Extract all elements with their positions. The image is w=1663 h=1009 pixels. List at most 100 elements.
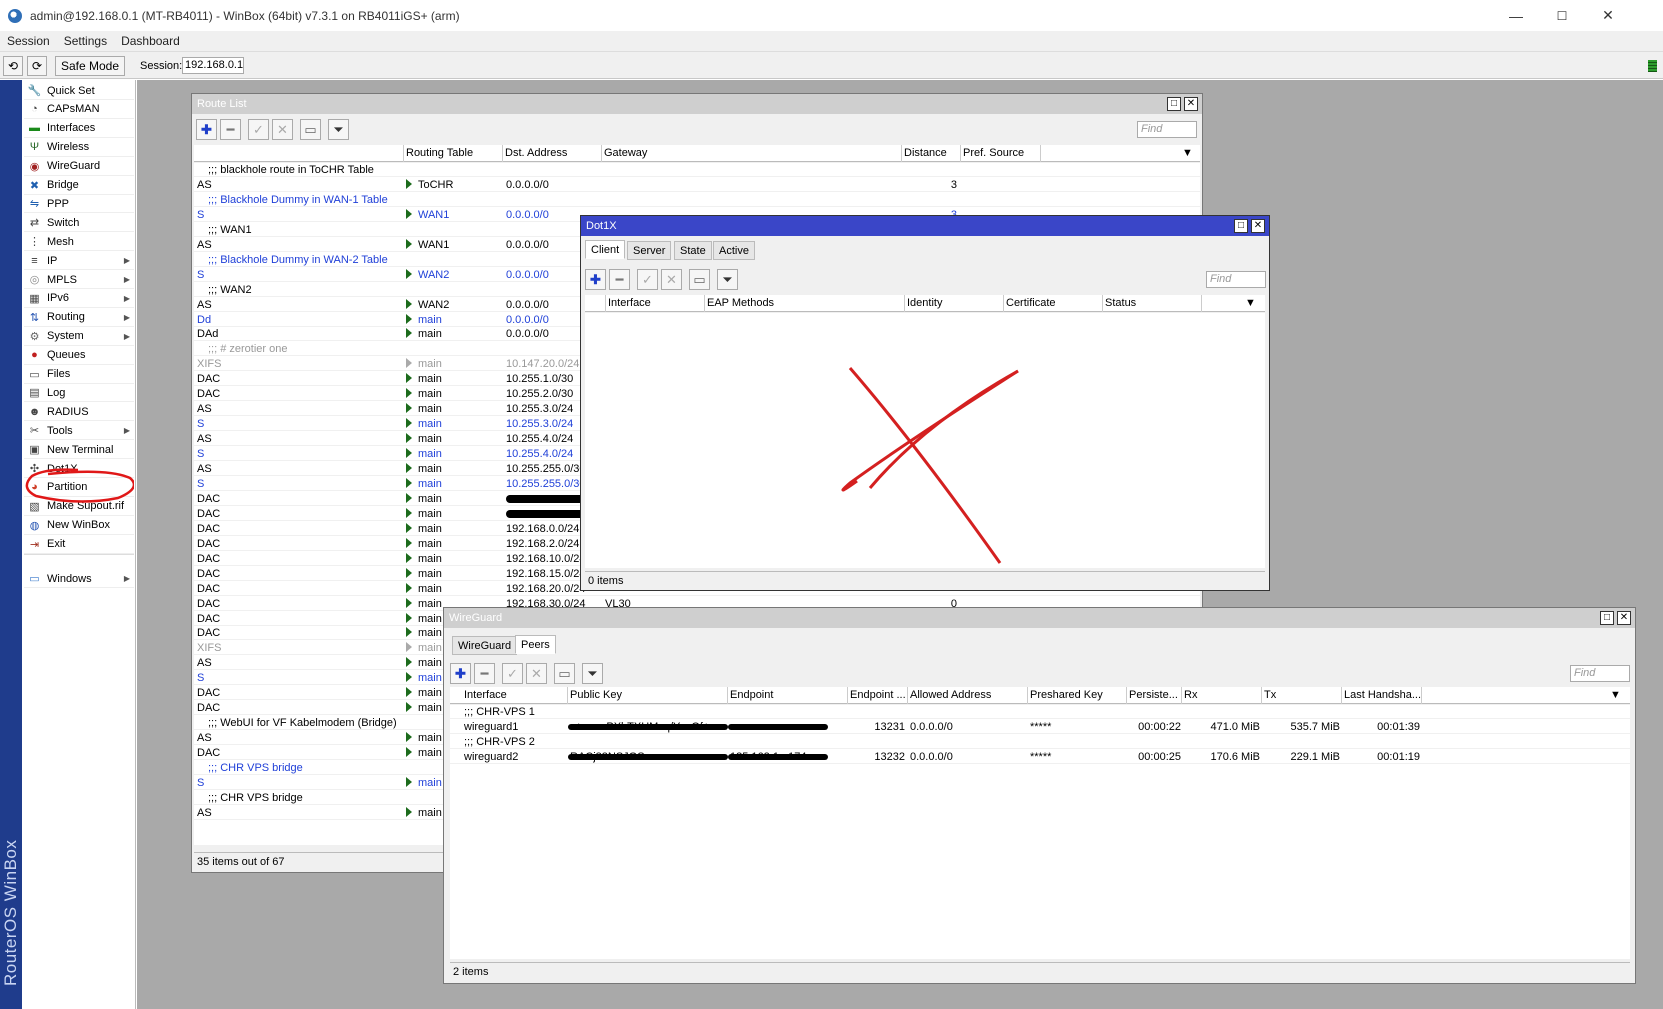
sidebar-item-tools[interactable]: ✂ Tools ▶ — [24, 422, 134, 441]
wg-enable-icon[interactable]: ✓ — [502, 663, 523, 684]
col-gateway[interactable]: Gateway — [602, 145, 902, 162]
tab-server[interactable]: Server — [627, 241, 672, 260]
sidebar-item-exit[interactable]: ⇥ Exit — [24, 536, 134, 554]
route-list-close-icon[interactable]: ✕ — [1184, 97, 1198, 111]
sidebar-item-system[interactable]: ⚙ System ▶ — [24, 328, 134, 346]
filter-icon[interactable]: ⏷ — [328, 119, 349, 140]
dot1x-columns-dropdown-icon[interactable]: ▼ — [1243, 295, 1261, 312]
dot1x-comment-icon[interactable]: ▭ — [689, 269, 710, 290]
enable-icon[interactable]: ✓ — [248, 119, 269, 140]
wg-find-input[interactable]: Find — [1570, 665, 1630, 682]
session-input[interactable]: 192.168.0.1 — [182, 57, 244, 74]
sidebar-item-files[interactable]: ▭ Files — [24, 366, 134, 384]
col-dst-address[interactable]: Dst. Address — [503, 145, 602, 162]
sidebar-item-capsman[interactable]: ◔ CAPsMAN — [24, 101, 134, 119]
wg-add-icon[interactable]: ✚ — [450, 663, 471, 684]
menu-session[interactable]: Session — [7, 34, 50, 48]
sidebar-item-mesh[interactable]: ⋮ Mesh — [24, 233, 134, 252]
dot1x-remove-icon[interactable]: ━ — [609, 269, 630, 290]
dot1x-col-status[interactable]: Status — [1103, 295, 1202, 312]
route-comment-row[interactable]: ;;; blackhole route in ToCHR Table — [194, 163, 1200, 177]
wg-col-tx[interactable]: Tx — [1262, 687, 1342, 704]
minimize-button[interactable]: — — [1493, 0, 1539, 31]
remove-icon[interactable]: ━ — [220, 119, 241, 140]
sidebar-item-new-terminal[interactable]: ▣ New Terminal — [24, 441, 134, 460]
dot1x-col-eap-methods[interactable]: EAP Methods — [705, 295, 905, 312]
dot1x-col-flags[interactable] — [585, 295, 606, 312]
disable-icon[interactable]: ✕ — [272, 119, 293, 140]
dot1x-maximize-icon[interactable]: □ — [1234, 219, 1248, 233]
comment-icon[interactable]: ▭ — [300, 119, 321, 140]
dot1x-enable-icon[interactable]: ✓ — [637, 269, 658, 290]
dot1x-col-certificate[interactable]: Certificate — [1004, 295, 1103, 312]
sidebar-item-bridge[interactable]: ✖ Bridge — [24, 177, 134, 195]
wg-remove-icon[interactable]: ━ — [474, 663, 495, 684]
wg-disable-icon[interactable]: ✕ — [526, 663, 547, 684]
tab-state[interactable]: State — [674, 241, 712, 260]
wireguard-maximize-icon[interactable]: □ — [1600, 611, 1614, 625]
wg-col-persistent[interactable]: Persiste... — [1127, 687, 1182, 704]
sidebar-item-interfaces[interactable]: ▬ Interfaces — [24, 120, 134, 138]
tab-wireguard[interactable]: WireGuard — [452, 636, 518, 655]
dot1x-add-icon[interactable]: ✚ — [585, 269, 606, 290]
wireguard-close-icon[interactable]: ✕ — [1617, 611, 1631, 625]
dot1x-filter-icon[interactable]: ⏷ — [717, 269, 738, 290]
sidebar-item-switch[interactable]: ⇄ Switch — [24, 214, 134, 233]
sidebar-item-wireless[interactable]: Ψ Wireless — [24, 139, 134, 157]
dot1x-disable-icon[interactable]: ✕ — [661, 269, 682, 290]
wg-col-endpoint-port[interactable]: Endpoint ... — [848, 687, 908, 704]
wg-col-last-handshake[interactable]: Last Handsha... — [1342, 687, 1422, 704]
wg-col-preshared-key[interactable]: Preshared Key — [1028, 687, 1127, 704]
sidebar-item-log[interactable]: ▤ Log — [24, 384, 134, 403]
wg-col-endpoint[interactable]: Endpoint — [728, 687, 848, 704]
sidebar-item-routing[interactable]: ⇅ Routing ▶ — [24, 309, 134, 327]
tab-peers[interactable]: Peers — [515, 635, 556, 654]
sidebar-item-wireguard[interactable]: ◉ WireGuard — [24, 158, 134, 176]
menu-dashboard[interactable]: Dashboard — [121, 34, 180, 48]
sidebar-item-mpls[interactable]: ◎ MPLS ▶ — [24, 271, 134, 289]
safe-mode-button[interactable]: Safe Mode — [55, 56, 125, 76]
add-icon[interactable]: ✚ — [196, 119, 217, 140]
route-list-titlebar[interactable]: Route List — [192, 94, 1202, 114]
peer-row[interactable]: wireguard2RACj83NSJGSv...185.162.1...174… — [450, 750, 1630, 764]
sidebar-item-new-winbox[interactable]: ◍ New WinBox — [24, 517, 134, 535]
close-button[interactable]: ✕ — [1585, 0, 1631, 31]
maximize-button[interactable]: ☐ — [1539, 0, 1585, 31]
dot1x-find-input[interactable]: Find — [1206, 271, 1266, 288]
peer-row[interactable]: wireguard1s+r...eePXhTXHMzq/YcvOf+...132… — [450, 720, 1630, 734]
col-distance[interactable]: Distance — [902, 145, 961, 162]
col-flags[interactable] — [194, 145, 404, 162]
wg-comment-icon[interactable]: ▭ — [554, 663, 575, 684]
peer-comment-row[interactable]: ;;; CHR-VPS 1 — [450, 705, 1630, 719]
route-row[interactable]: AS ToCHR 0.0.0.0/0 3 — [194, 178, 1200, 192]
redo-icon[interactable]: ⟳ — [27, 56, 47, 76]
wg-col-public-key[interactable]: Public Key — [568, 687, 728, 704]
dot1x-col-identity[interactable]: Identity — [905, 295, 1004, 312]
dot1x-titlebar[interactable]: Dot1X — [581, 216, 1269, 236]
columns-dropdown-icon[interactable]: ▼ — [1180, 145, 1198, 162]
undo-icon[interactable]: ⟲ — [3, 56, 23, 76]
menu-settings[interactable]: Settings — [64, 34, 107, 48]
sidebar-item-queues[interactable]: ● Queues — [24, 347, 134, 365]
sidebar-item-ipv6[interactable]: ▦ IPv6 ▶ — [24, 290, 134, 308]
route-comment-row[interactable]: ;;; Blackhole Dummy in WAN-1 Table — [194, 193, 1200, 207]
tab-client[interactable]: Client — [585, 240, 626, 259]
col-pref-source[interactable]: Pref. Source — [961, 145, 1041, 162]
wg-col-allowed-address[interactable]: Allowed Address — [908, 687, 1028, 704]
sidebar-item-ppp[interactable]: ⇋ PPP — [24, 195, 134, 214]
peer-comment-row[interactable]: ;;; CHR-VPS 2 — [450, 735, 1630, 749]
route-find-input[interactable]: Find — [1137, 121, 1197, 138]
sidebar-item-windows[interactable]: ▭ Windows ▶ — [24, 570, 134, 588]
col-routing-table[interactable]: Routing Table — [404, 145, 503, 162]
wg-col-interface[interactable]: Interface — [450, 687, 568, 704]
sidebar-item-ip[interactable]: ≡ IP ▶ — [24, 252, 134, 271]
route-list-maximize-icon[interactable]: □ — [1167, 97, 1181, 111]
sidebar-item-quick-set[interactable]: 🔧 Quick Set — [24, 82, 134, 100]
sidebar-item-radius[interactable]: ☻ RADIUS — [24, 403, 134, 422]
tab-active[interactable]: Active — [713, 241, 755, 260]
dot1x-col-interface[interactable]: Interface — [606, 295, 705, 312]
wireguard-titlebar[interactable]: WireGuard — [444, 608, 1635, 628]
wg-col-rx[interactable]: Rx — [1182, 687, 1262, 704]
dot1x-close-icon[interactable]: ✕ — [1251, 219, 1265, 233]
wg-filter-icon[interactable]: ⏷ — [582, 663, 603, 684]
